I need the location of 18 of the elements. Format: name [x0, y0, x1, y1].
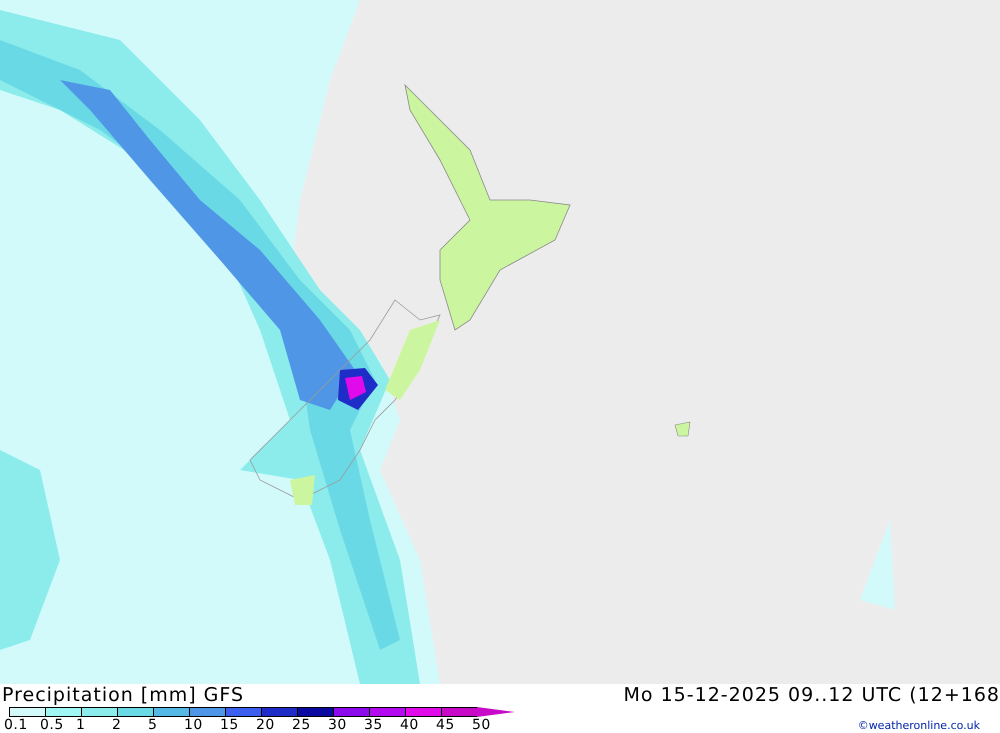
legend-label: 1 — [76, 717, 86, 733]
legend-label: 0.1 — [4, 717, 29, 733]
map-title: Precipitation [mm] GFS — [2, 684, 246, 706]
legend-label: 25 — [292, 717, 312, 733]
legend-label: 45 — [436, 717, 456, 733]
legend-label: 40 — [400, 717, 420, 733]
legend-label: 2 — [112, 717, 122, 733]
legend-arrow-icon — [477, 707, 515, 717]
legend-label: 10 — [184, 717, 204, 733]
legend-label: 15 — [220, 717, 240, 733]
legend-label: 35 — [364, 717, 384, 733]
legend-label: 5 — [148, 717, 158, 733]
legend-label: 20 — [256, 717, 276, 733]
legend-label: 30 — [328, 717, 348, 733]
legend-label: 0.5 — [40, 717, 65, 733]
valid-time: Mo 15-12-2025 09..12 UTC (12+168 — [624, 684, 1000, 706]
legend-label: 50 — [472, 717, 492, 733]
credit-link[interactable]: ©weatheronline.co.uk — [858, 719, 980, 732]
